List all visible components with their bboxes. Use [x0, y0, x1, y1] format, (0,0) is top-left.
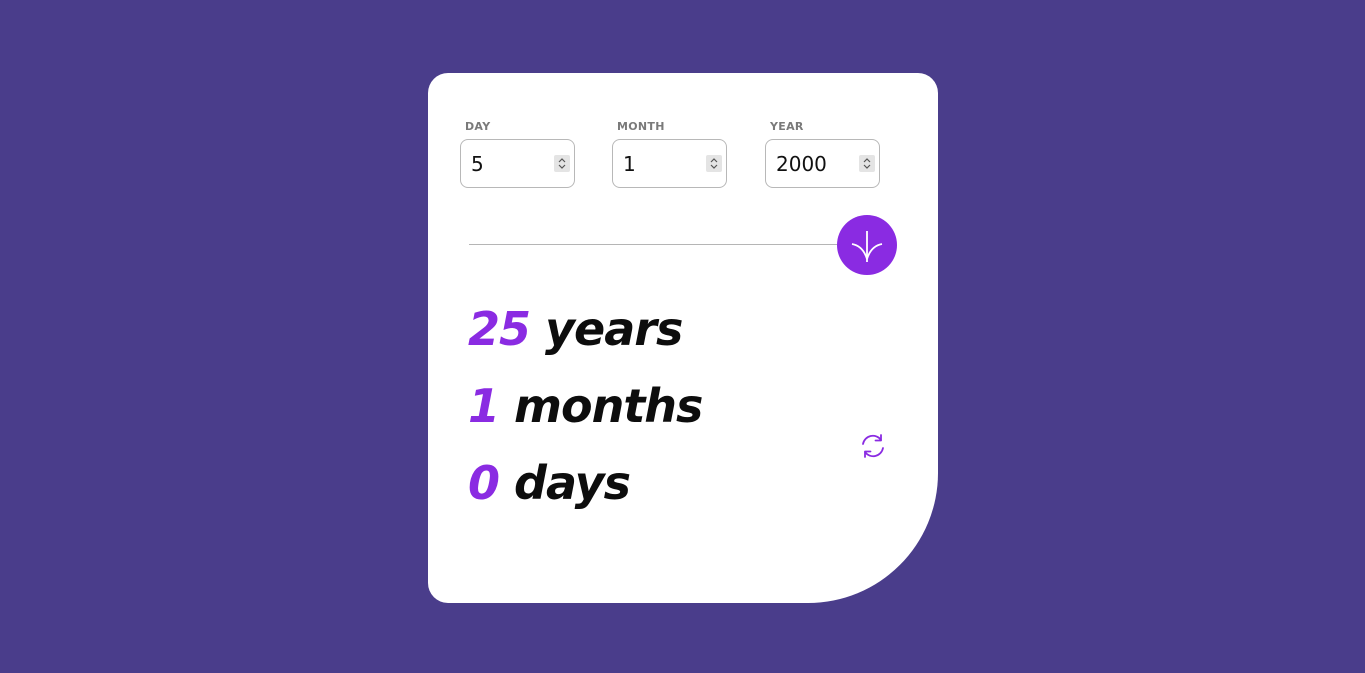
- submit-button[interactable]: [837, 215, 897, 275]
- day-field: DAY: [460, 120, 575, 188]
- month-label: MONTH: [617, 120, 665, 133]
- month-input[interactable]: [623, 152, 703, 176]
- days-unit: days: [514, 456, 631, 510]
- year-input[interactable]: [776, 152, 856, 176]
- refresh-icon[interactable]: [859, 432, 887, 460]
- year-spinner[interactable]: [859, 155, 875, 172]
- year-field: YEAR: [765, 120, 880, 188]
- years-value: 25: [468, 302, 531, 356]
- month-spinner[interactable]: [706, 155, 722, 172]
- day-input[interactable]: [471, 152, 551, 176]
- days-result: 0 days: [468, 460, 631, 506]
- year-label: YEAR: [770, 120, 804, 133]
- year-input-box[interactable]: [765, 139, 880, 188]
- arrow-down-icon: [851, 231, 883, 262]
- day-label: DAY: [465, 120, 491, 133]
- month-field: MONTH: [612, 120, 727, 188]
- age-calculator-card: DAY MONTH YEAR: [428, 73, 938, 603]
- months-result: 1 months: [468, 383, 703, 429]
- month-input-box[interactable]: [612, 139, 727, 188]
- divider-line: [469, 244, 849, 245]
- years-unit: years: [545, 302, 683, 356]
- months-value: 1: [468, 379, 500, 433]
- days-value: 0: [468, 456, 500, 510]
- day-input-box[interactable]: [460, 139, 575, 188]
- months-unit: months: [514, 379, 703, 433]
- day-spinner[interactable]: [554, 155, 570, 172]
- years-result: 25 years: [468, 306, 683, 352]
